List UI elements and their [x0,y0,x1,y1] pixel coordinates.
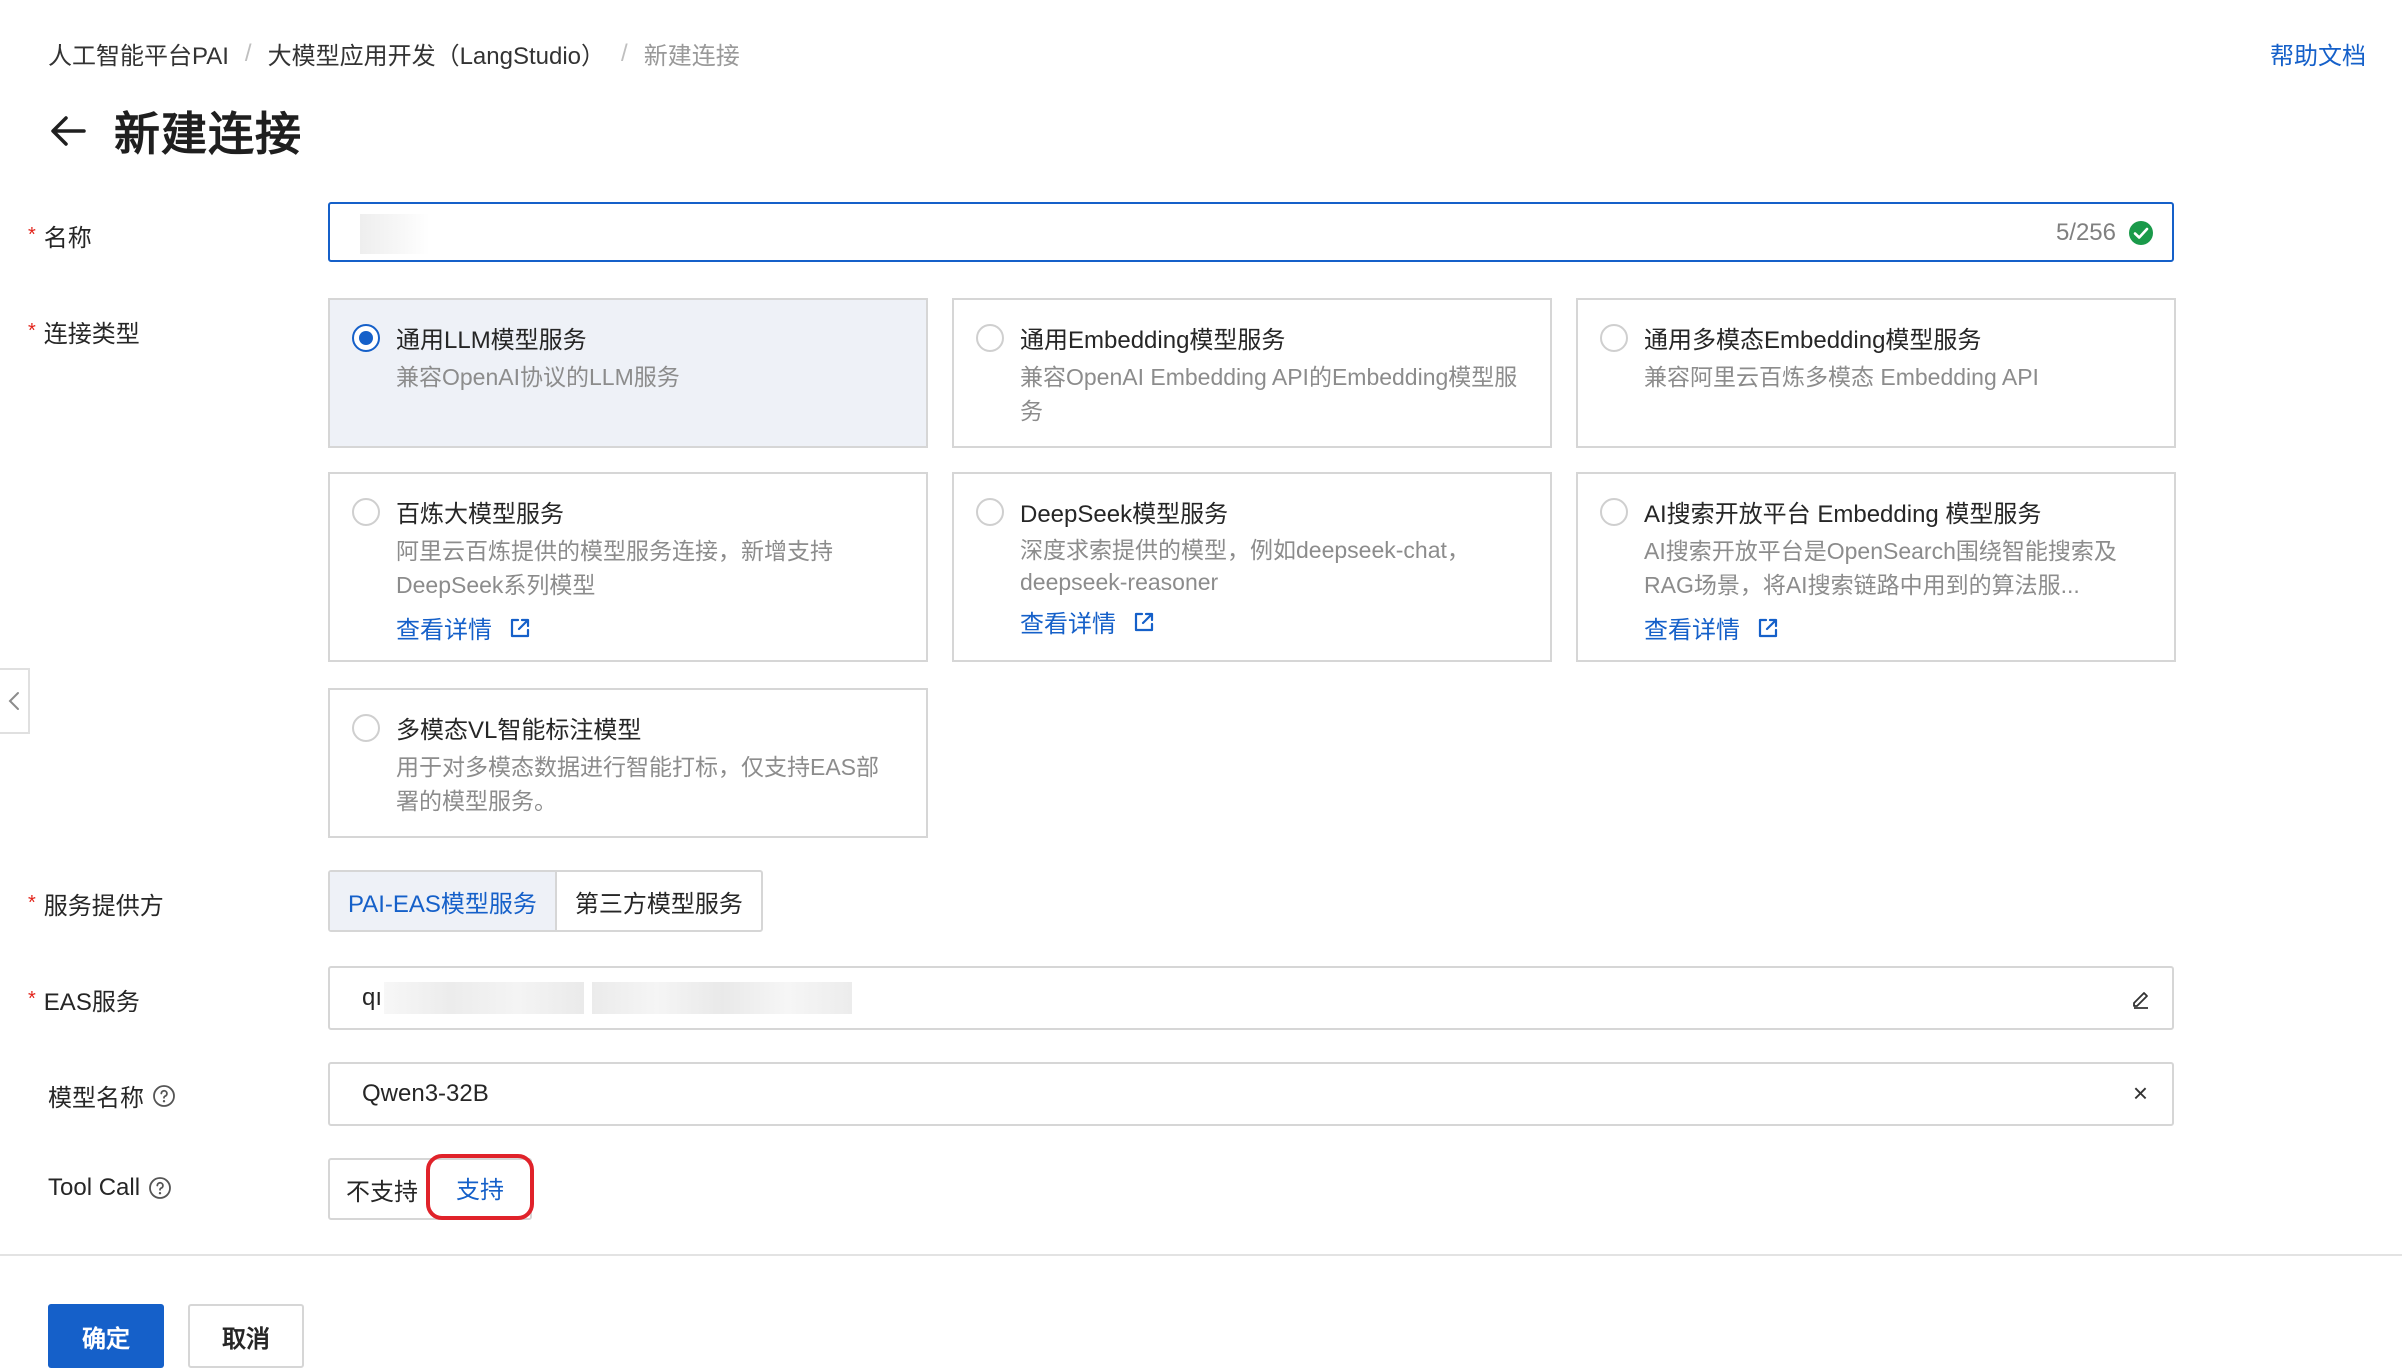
tool-call-selector: 不支持 支持 [328,1154,534,1220]
radio[interactable] [352,498,380,526]
radio[interactable] [976,324,1004,352]
option-desc: 阿里云百炼提供的模型服务连接，新增支持DeepSeek系列模型 [396,538,833,598]
external-link-icon [1758,618,1778,637]
model-name-value: Qwen3-32B [362,1080,489,1107]
option-desc: 兼容阿里云百炼多模态 Embedding API [1644,364,2039,390]
connection-type-label: * 连接类型 [28,320,140,348]
connection-type-option-llm[interactable]: 通用LLM模型服务 兼容OpenAI协议的LLM服务 [328,298,928,448]
radio[interactable] [352,714,380,742]
tool-call-label: Tool Call [48,1174,172,1202]
required-mark: * [28,320,36,342]
provider-label: * 服务提供方 [28,892,164,920]
char-counter: 5/256 [2055,219,2116,246]
provider-option-third-party[interactable]: 第三方模型服务 [557,872,761,930]
provider-selector: PAI-EAS模型服务 第三方模型服务 [328,870,763,932]
breadcrumb-item-current: 新建连接 [643,43,740,70]
connection-type-option-embedding[interactable]: 通用Embedding模型服务 兼容OpenAI Embedding API的E… [952,298,1552,448]
footer-divider [0,1254,2402,1256]
cancel-button[interactable]: 取消 [188,1304,304,1368]
required-mark: * [28,988,36,1010]
page-header: 新建连接 [46,98,302,164]
sidebar-toggle[interactable] [0,668,30,734]
breadcrumb-separator: / [621,39,628,67]
option-title: 百炼大模型服务 [396,501,564,528]
name-input[interactable]: 5/256 [328,202,2174,262]
eas-service-value: qı [362,984,383,1011]
eas-service-label: * EAS服务 [28,988,140,1016]
model-name-label: 模型名称 [48,1078,176,1113]
connection-type-option-vl-labeling[interactable]: 多模态VL智能标注模型 用于对多模态数据进行智能打标，仅支持EAS部署的模型服务… [328,688,928,838]
chevron-left-icon [8,692,19,710]
view-details-link[interactable]: 查看详情 [1644,610,1780,645]
name-label: * 名称 [28,224,92,252]
option-desc: 兼容OpenAI Embedding API的Embedding模型服务 [1020,364,1518,424]
tool-call-option-supported[interactable]: 支持 [426,1154,534,1220]
option-desc: AI搜索开放平台是OpenSearch围绕智能搜索及RAG场景，将AI搜索链路中… [1644,538,2117,598]
option-desc: 深度求索提供的模型，例如deepseek-chat，deepseek-reaso… [1020,537,1470,595]
option-title: 通用多模态Embedding模型服务 [1644,327,1982,354]
external-link-icon [1134,612,1154,631]
option-title: 多模态VL智能标注模型 [396,717,642,744]
eas-service-select[interactable]: qı [328,966,2174,1030]
check-circle-icon [2129,221,2153,245]
option-title: DeepSeek模型服务 [1020,501,1229,528]
option-desc: 兼容OpenAI协议的LLM服务 [396,364,680,390]
breadcrumb-item-pai[interactable]: 人工智能平台PAI [48,36,229,71]
view-details-link[interactable]: 查看详情 [1020,604,1156,639]
redacted-value [592,982,852,1014]
model-name-select[interactable]: Qwen3-32B × [328,1062,2174,1126]
view-details-link[interactable]: 查看详情 [396,610,532,645]
required-mark: * [28,224,36,246]
confirm-button[interactable]: 确定 [48,1304,164,1368]
external-link-icon [510,618,530,637]
page-title: 新建连接 [114,108,302,160]
radio[interactable] [1600,498,1628,526]
provider-option-pai-eas[interactable]: PAI-EAS模型服务 [330,872,557,930]
edit-icon[interactable] [2130,988,2152,1010]
back-arrow-icon[interactable] [46,109,90,153]
breadcrumb-separator: / [244,39,252,67]
option-desc: 用于对多模态数据进行智能打标，仅支持EAS部署的模型服务。 [396,754,880,814]
option-title: 通用LLM模型服务 [396,327,587,354]
connection-type-option-bailian[interactable]: 百炼大模型服务 阿里云百炼提供的模型服务连接，新增支持DeepSeek系列模型 … [328,472,928,662]
connection-type-option-multimodal-embedding[interactable]: 通用多模态Embedding模型服务 兼容阿里云百炼多模态 Embedding … [1576,298,2176,448]
redacted-value [360,214,430,254]
tool-call-option-unsupported[interactable]: 不支持 [330,1172,430,1207]
breadcrumb-item-langstudio[interactable]: 大模型应用开发（LangStudio） [268,36,605,71]
question-icon[interactable] [152,1084,176,1108]
redacted-value [384,982,584,1014]
radio[interactable] [1600,324,1628,352]
required-mark: * [28,892,36,914]
option-title: 通用Embedding模型服务 [1020,327,1286,354]
breadcrumb: 人工智能平台PAI / 大模型应用开发（LangStudio） / 新建连接 [48,36,740,71]
question-icon[interactable] [148,1176,172,1200]
connection-type-option-ai-search[interactable]: AI搜索开放平台 Embedding 模型服务 AI搜索开放平台是OpenSea… [1576,472,2176,662]
clear-icon[interactable]: × [2133,1078,2148,1109]
radio[interactable] [976,498,1004,526]
help-docs-link[interactable]: 帮助文档 [2270,36,2366,71]
connection-type-option-deepseek[interactable]: DeepSeek模型服务 深度求索提供的模型，例如deepseek-chat，d… [952,472,1552,662]
option-title: AI搜索开放平台 Embedding 模型服务 [1644,501,2042,528]
radio-selected[interactable] [352,324,380,352]
